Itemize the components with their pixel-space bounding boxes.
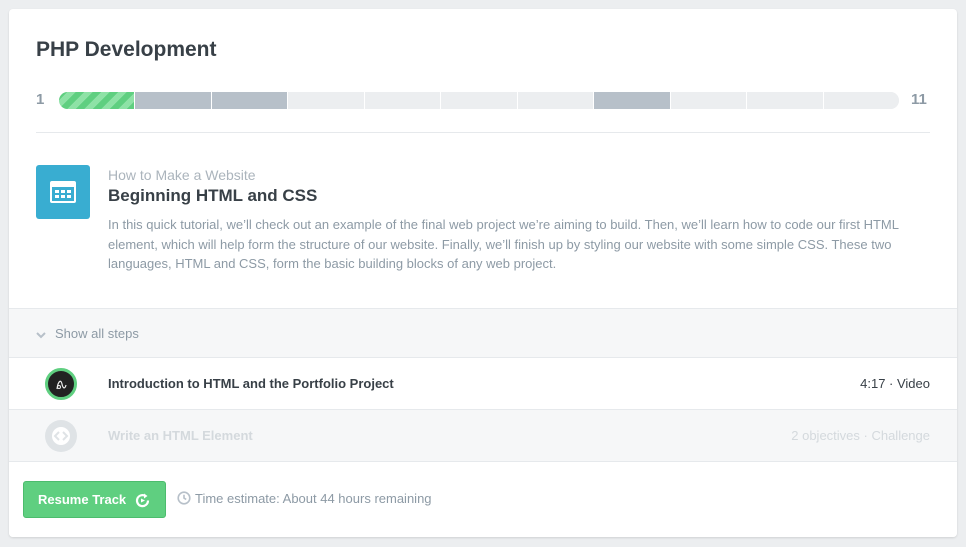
progress-segment-6[interactable]	[441, 92, 518, 109]
progress-segment-10[interactable]	[747, 92, 824, 109]
divider	[36, 132, 930, 133]
step-row[interactable]: Introduction to HTML and the Portfolio P…	[9, 358, 957, 410]
progress-segment-3[interactable]	[211, 92, 289, 109]
progress-segment-8[interactable]	[594, 92, 671, 109]
show-all-steps-label: Show all steps	[55, 326, 139, 341]
track-progress-bar	[59, 92, 899, 109]
time-estimate: Time estimate: About 44 hours remaining	[195, 491, 432, 506]
resume-track-label: Resume Track	[38, 492, 127, 507]
clock-icon	[177, 491, 191, 505]
stage-title[interactable]: Beginning HTML and CSS	[108, 186, 317, 206]
step-meta: 4:17 · Video	[860, 376, 930, 391]
track-footer: Resume Track Time estimate: About 44 hou…	[9, 462, 957, 537]
step-title[interactable]: Write an HTML Element	[108, 428, 253, 443]
step-meta: 2 objectives · Challenge	[791, 428, 930, 443]
step-row[interactable]: Write an HTML Element 2 objectives · Cha…	[9, 410, 957, 462]
step-title[interactable]: Introduction to HTML and the Portfolio P…	[108, 376, 394, 391]
show-all-steps-toggle[interactable]: Show all steps	[9, 308, 957, 358]
stage-course-link[interactable]: How to Make a Website	[108, 167, 256, 183]
track-card: PHP Development 1 11 How to Make a Websi…	[9, 9, 957, 537]
code-challenge-icon	[45, 420, 77, 452]
progress-segment-1[interactable]	[59, 92, 136, 109]
chevron-down-icon	[36, 332, 46, 339]
progress-segment-5[interactable]	[364, 92, 442, 109]
progress-segment-2[interactable]	[135, 92, 212, 109]
track-title: PHP Development	[36, 38, 217, 61]
grid-window-icon	[36, 165, 90, 219]
stage-description: In this quick tutorial, we’ll check out …	[108, 217, 899, 271]
progress-end-label: 11	[911, 91, 927, 108]
progress-start-label: 1	[36, 91, 45, 108]
resume-track-button[interactable]: Resume Track	[23, 481, 166, 518]
progress-segment-11[interactable]	[823, 92, 899, 109]
refresh-icon	[135, 493, 150, 508]
progress-segment-4[interactable]	[288, 92, 365, 109]
progress-segment-9[interactable]	[670, 92, 748, 109]
progress-segment-7[interactable]	[517, 92, 595, 109]
video-avatar-icon	[45, 368, 77, 400]
